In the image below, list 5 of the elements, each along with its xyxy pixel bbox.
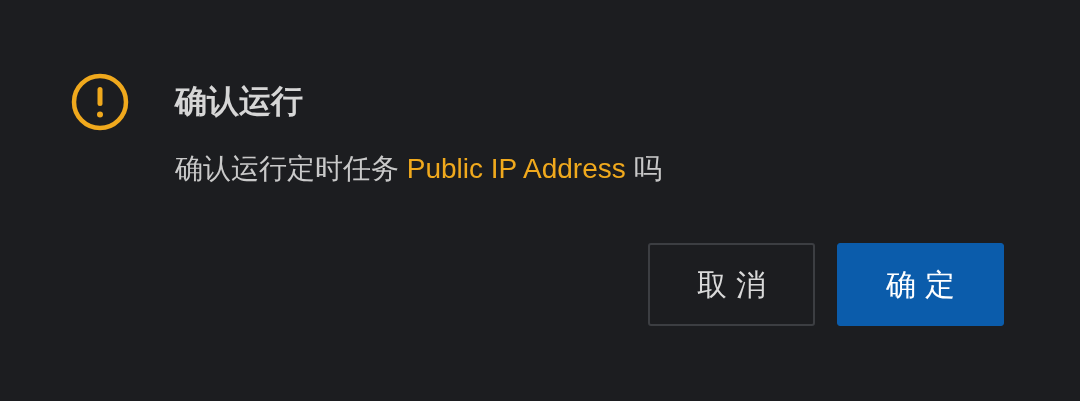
confirm-button[interactable]: 确 定: [837, 243, 1004, 326]
warning-icon: [70, 72, 130, 132]
dialog-title: 确认运行: [175, 82, 304, 121]
dialog-message: 确认运行定时任务 Public IP Address 吗: [175, 152, 662, 186]
cancel-button[interactable]: 取 消: [648, 243, 815, 326]
